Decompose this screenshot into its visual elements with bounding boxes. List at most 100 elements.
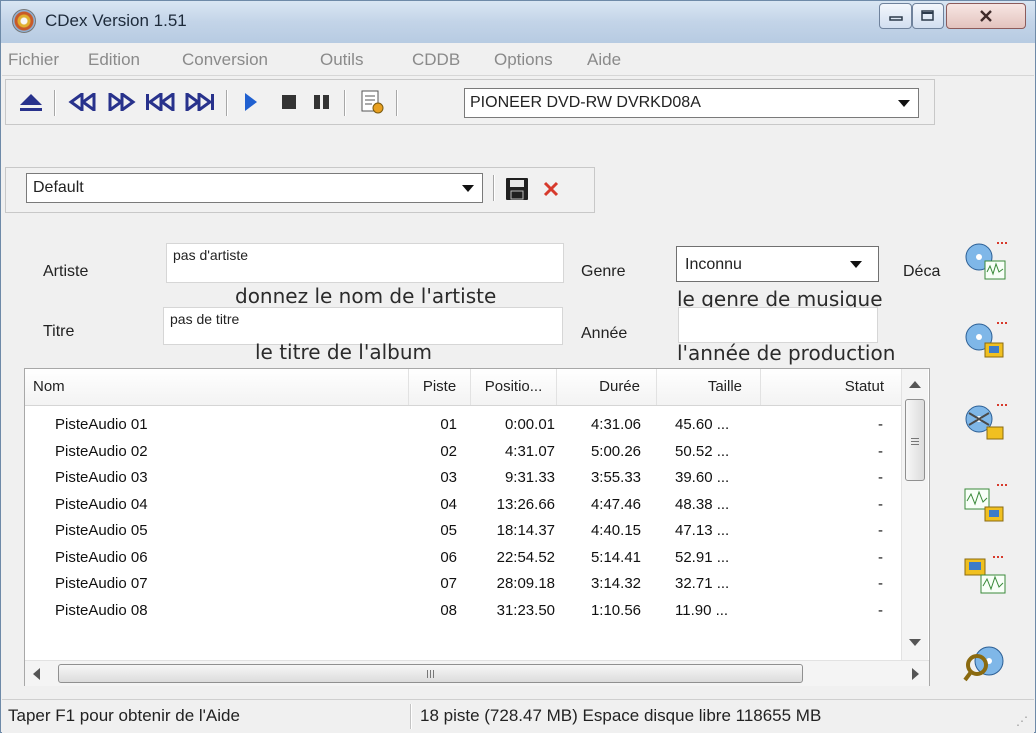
cell-track: 06 [440,548,457,566]
cell-position: 18:14.37 [496,522,555,539]
table-row[interactable]: PisteAudio 03 03 9:31.33 3:55.33 39.60 ... - [25,466,903,490]
scroll-down-icon[interactable] [909,639,921,646]
pause-icon[interactable] [309,88,335,116]
status-bar: Taper F1 pour obtenir de l'Aide 18 piste… [2,699,1034,733]
cell-position: 9:31.33 [504,469,555,486]
rewind-icon[interactable] [66,88,100,116]
eject-icon[interactable] [16,88,46,116]
minimize-button[interactable] [879,3,912,29]
table-row[interactable]: PisteAudio 05 05 18:14.37 4:40.15 47.13 ... - [25,519,903,543]
cd-search-icon [963,646,1004,682]
table-row[interactable]: PisteAudio 04 04 13:26.66 4:47.46 48.38 ... - [25,493,903,517]
cd-to-wav-button[interactable] [963,239,1007,283]
table-row[interactable]: PisteAudio 06 06 22:54.52 5:14.41 52.91 ... - [25,546,903,570]
cell-name: PisteAudio 06 [55,548,148,566]
table-header: Nom Piste Positio... Durée Taille Statut [25,369,903,406]
cd-to-mp3-button[interactable] [963,319,1007,363]
menu-options[interactable]: Options [494,50,553,70]
drive-select[interactable]: PIONEER DVD-RW DVRKD08A [464,88,919,118]
track-info-icon[interactable] [356,88,388,116]
menu-outils[interactable]: Outils [320,50,363,70]
next-track-icon[interactable] [182,88,218,116]
genre-select[interactable]: Inconnu [676,246,879,282]
cell-duration: 3:14.32 [590,575,641,592]
genre-label: Genre [581,263,626,280]
cell-position: 31:23.50 [496,601,555,619]
horizontal-scroll-thumb[interactable] [58,664,803,683]
table-row[interactable]: PisteAudio 01 01 0:00.01 4:31.06 45.60 ... - [25,413,903,437]
cell-track: 08 [440,601,457,619]
menu-fichier[interactable]: Fichier [8,50,59,70]
scroll-grip-icon [911,438,919,439]
column-header-size[interactable]: Taille [657,369,761,405]
vertical-scrollbar[interactable] [901,369,928,661]
cell-duration: 5:14.41 [590,548,641,566]
file-to-wave-icon [964,556,1006,594]
cd-extract-icon [965,404,1007,440]
scroll-up-icon[interactable] [909,381,921,388]
wave-to-file-icon [964,484,1007,522]
stop-icon[interactable] [276,88,302,116]
cd-to-file-icon [965,322,1007,358]
cell-status: - [878,416,883,433]
menu-conversion[interactable]: Conversion [182,50,268,70]
cell-status: - [878,495,883,513]
toolbar-separator [54,90,55,116]
mp3-to-wav-button[interactable] [963,553,1007,597]
cell-position: 13:26.66 [496,495,555,513]
column-header-track[interactable]: Piste [409,369,471,405]
scroll-left-icon[interactable] [33,668,40,680]
column-header-duration[interactable]: Durée [557,369,657,405]
menu-edition[interactable]: Edition [88,50,140,70]
resize-grip-icon[interactable]: ⋰ [1016,714,1028,728]
cell-duration: 4:40.15 [590,522,641,539]
chevron-down-icon [898,100,910,107]
cell-duration: 3:55.33 [590,469,641,486]
table-row[interactable]: PisteAudio 08 08 31:23.50 1:10.56 11.90 ... - [25,599,903,623]
cell-position: 4:31.07 [504,442,555,460]
cd-playlist-button[interactable] [963,641,1007,685]
column-header-status[interactable]: Statut [761,369,903,405]
status-help-text: Taper F1 pour obtenir de l'Aide [8,706,240,725]
cell-name: PisteAudio 01 [55,416,148,433]
annotation-year: l'année de production [677,341,896,365]
table-row[interactable]: PisteAudio 07 07 28:09.18 3:14.32 32.71 ... - [25,572,903,596]
profile-select[interactable]: Default [26,173,483,203]
profile-select-value: Default [33,179,84,196]
offset-label: Déca [903,263,941,280]
cell-name: PisteAudio 03 [55,469,148,486]
horizontal-scrollbar[interactable] [25,660,929,686]
delete-icon[interactable] [541,179,563,201]
menu-aide[interactable]: Aide [587,50,621,70]
status-disk-info: 18 piste (728.47 MB) Espace disque libre… [420,706,822,725]
column-header-position[interactable]: Positio... [471,369,557,405]
cell-name: PisteAudio 05 [55,522,148,539]
fast-forward-icon[interactable] [104,88,138,116]
save-icon[interactable] [505,177,531,203]
vertical-scroll-thumb[interactable] [905,399,925,481]
wav-to-mp3-button[interactable] [963,481,1007,525]
menu-cddb[interactable]: CDDB [412,50,460,70]
cell-position: 22:54.52 [496,548,555,566]
play-icon[interactable] [238,88,264,116]
cell-status: - [878,469,883,486]
toolbar-separator [344,90,345,116]
previous-track-icon[interactable] [142,88,178,116]
year-input[interactable] [678,307,878,343]
maximize-button[interactable] [912,3,944,29]
cell-name: PisteAudio 02 [55,442,148,460]
scroll-right-icon[interactable] [912,668,919,680]
maximize-icon [921,10,934,21]
cell-duration: 4:31.06 [590,416,641,433]
cd-track-extract-button[interactable] [963,401,1007,445]
cell-status: - [878,601,883,619]
cell-position: 28:09.18 [496,575,555,592]
status-separator [410,704,411,729]
close-button[interactable] [946,3,1026,29]
drive-select-value: PIONEER DVD-RW DVRKD08A [470,94,701,111]
toolbar-separator [493,175,494,201]
artist-input[interactable]: pas d'artiste [166,243,564,283]
table-row[interactable]: PisteAudio 02 02 4:31.07 5:00.26 50.52 ... - [25,440,903,464]
title-label: Titre [43,323,75,340]
column-header-name[interactable]: Nom [25,369,409,405]
